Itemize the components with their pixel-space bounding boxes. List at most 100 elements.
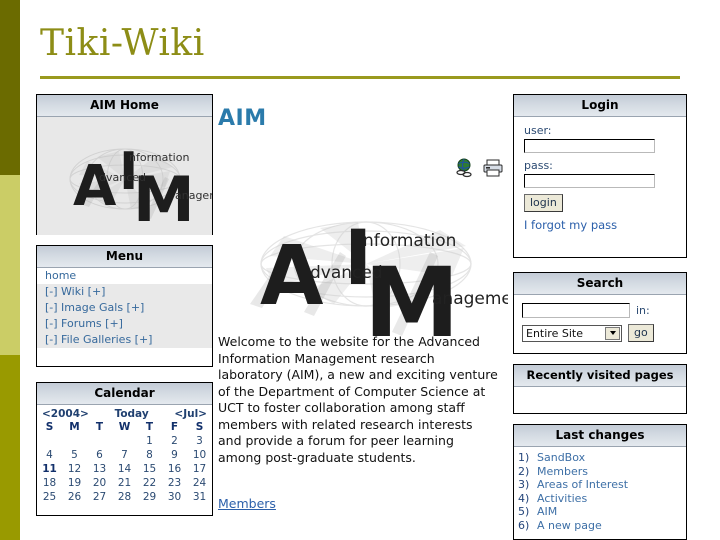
strip-segment-top [0,0,20,175]
last-change-label[interactable]: A new page [537,519,602,533]
pass-label: pass: [524,159,553,172]
search-scope-row: Entire Site go [522,324,678,342]
module-login: Login user: pass: login I forgot my pass [513,94,687,258]
strip-segment-bottom [0,355,20,540]
module-title-last-changes: Last changes [514,425,686,447]
last-change-index: 4) [518,491,530,505]
last-change-row[interactable]: 4) Activities [518,492,686,506]
aim-logo-thumbnail: A I M dvanced nformation anagement [37,117,212,235]
calendar-day-21[interactable]: 21 [112,476,137,490]
calendar-day-7[interactable]: 7 [112,448,137,462]
user-input[interactable] [524,139,655,153]
page-title: Tiki-Wiki [40,23,205,64]
calendar-day-12[interactable]: 12 [62,462,87,476]
calendar-day-31[interactable]: 31 [187,490,212,504]
calendar-year-nav[interactable]: <2004> [42,408,89,420]
calendar-day-23[interactable]: 23 [162,476,187,490]
menu-item-3[interactable]: [-] Forums [+] [37,316,212,332]
strip-segment-middle [0,175,20,355]
calendar-day-19[interactable]: 19 [62,476,87,490]
calendar-dayname-4: T [145,421,154,433]
calendar-day-24[interactable]: 24 [187,476,212,490]
calendar-day-20[interactable]: 20 [87,476,112,490]
printer-icon[interactable] [482,158,504,178]
search-go-button[interactable]: go [628,324,654,342]
module-calendar: Calendar <2004> Today <Jul> SMTWTFS 1234… [36,382,213,516]
calendar-day-1[interactable]: 1 [137,434,162,448]
last-change-row[interactable]: 6) A new page [518,519,686,533]
recently-visited-list [514,387,686,413]
calendar-day-29[interactable]: 29 [137,490,162,504]
last-change-label[interactable]: Members [537,465,588,479]
chevron-down-icon[interactable] [605,326,620,340]
calendar-day-2[interactable]: 2 [162,434,187,448]
calendar-day-18[interactable]: 18 [37,476,62,490]
login-button[interactable]: login [524,194,563,212]
last-change-row[interactable]: 2) Members [518,465,686,479]
aim-home-body: A I M dvanced nformation anagement [37,117,212,235]
calendar-today-label[interactable]: Today [115,408,149,420]
members-link[interactable]: Members [218,496,276,511]
calendar-week-row: 123 [37,434,212,448]
last-change-row[interactable]: 1) SandBox [518,451,686,465]
module-search: Search in: Entire Site go [513,272,687,354]
decorative-left-strip [0,0,20,540]
search-query-row: in: [522,303,678,318]
calendar-day-25[interactable]: 25 [37,490,62,504]
menu-item-2[interactable]: [-] Image Gals [+] [37,300,212,316]
last-change-label[interactable]: Areas of Interest [537,478,628,492]
svg-text:dvanced: dvanced [99,171,146,184]
calendar-day-30[interactable]: 30 [162,490,187,504]
module-title-recently-visited: Recently visited pages [514,365,686,387]
last-change-row[interactable]: 5) AIM [518,505,686,519]
calendar-day-6[interactable]: 6 [87,448,112,462]
svg-text:A: A [73,154,117,219]
calendar-day-3[interactable]: 3 [187,434,212,448]
last-change-row[interactable]: 3) Areas of Interest [518,478,686,492]
menu-item-0[interactable]: home [37,268,212,284]
menu-item-1[interactable]: [-] Wiki [+] [37,284,212,300]
calendar-day-15[interactable]: 15 [137,462,162,476]
globe-link-icon[interactable] [454,158,476,178]
calendar-nav: <2004> Today <Jul> [37,405,212,421]
calendar-dayname-3: W [118,421,131,433]
calendar-dayname-5: F [170,421,179,433]
calendar-day-8[interactable]: 8 [137,448,162,462]
welcome-paragraph: Welcome to the website for the Advanced … [218,334,498,465]
last-change-label[interactable]: Activities [537,492,587,506]
menu-item-label: home [45,269,77,282]
calendar-day-5[interactable]: 5 [62,448,87,462]
calendar-weeks: 1 2 3 4 5 6 7 8 9 10 11 12 13 14 15 16 17 18 19 20 21 22 23 24 2… [37,434,212,504]
calendar-cell-empty [87,434,112,448]
calendar-day-4[interactable]: 4 [37,448,62,462]
calendar-day-13[interactable]: 13 [87,462,112,476]
last-change-label[interactable]: AIM [537,505,557,519]
login-form: user: pass: login I forgot my pass [514,117,686,232]
calendar-month-nav[interactable]: <Jul> [174,408,207,420]
search-scope-select[interactable]: Entire Site [522,324,622,342]
calendar-cell-empty [37,434,62,448]
last-change-label[interactable]: SandBox [537,451,585,465]
calendar-day-26[interactable]: 26 [62,490,87,504]
calendar-day-10[interactable]: 10 [187,448,212,462]
calendar-week-row: 25 26 27 28 29 30 31 [37,490,212,504]
calendar-day-9[interactable]: 9 [162,448,187,462]
content-heading: AIM [218,106,267,131]
calendar-dayname-1: M [69,421,80,433]
last-change-index: 6) [518,518,530,532]
calendar-day-17[interactable]: 17 [187,462,212,476]
pass-input[interactable] [524,174,655,188]
calendar-day-11[interactable]: 11 [37,462,62,476]
content-action-icons [454,158,504,178]
calendar-day-16[interactable]: 16 [162,462,187,476]
calendar-day-22[interactable]: 22 [137,476,162,490]
calendar-day-27[interactable]: 27 [87,490,112,504]
forgot-password-link[interactable]: I forgot my pass [524,218,676,232]
calendar-day-14[interactable]: 14 [112,462,137,476]
menu-item-label: [-] Image Gals [+] [45,301,145,314]
calendar-day-28[interactable]: 28 [112,490,137,504]
search-input[interactable] [522,303,630,318]
last-changes-list: 1) SandBox 2) Members 3) Areas of Interest 4) A… [514,447,686,532]
main-content: AIM A I M dvanced nformation anageme Wel… [216,94,508,524]
menu-item-4[interactable]: [-] File Galleries [+] [37,332,212,348]
